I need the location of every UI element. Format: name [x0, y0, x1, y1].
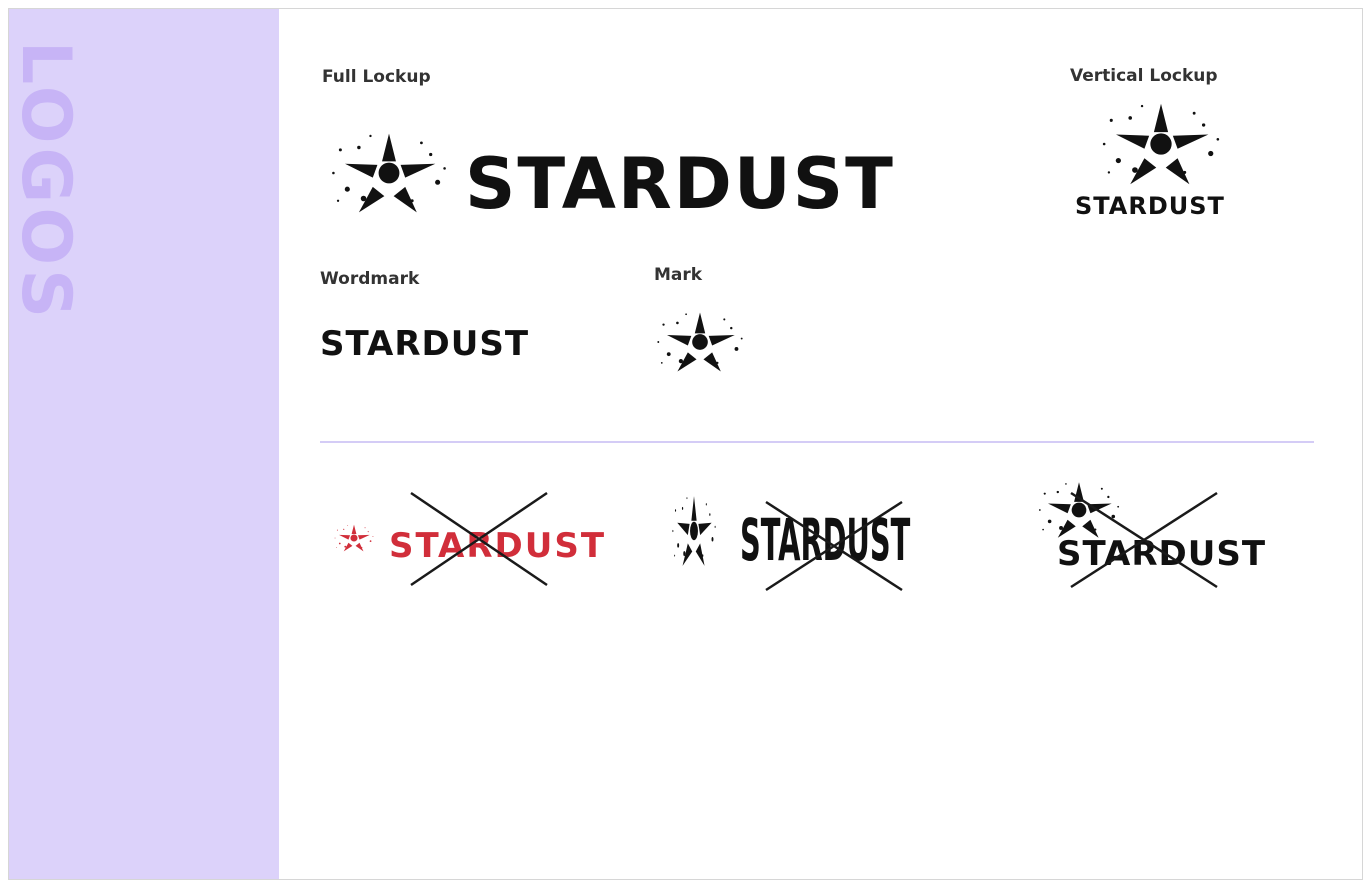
- red-star-icon: [334, 524, 374, 552]
- full-lockup-label: Full Lockup: [322, 67, 431, 87]
- vertical-lockup-wordmark: STARDUST: [1075, 192, 1225, 220]
- logos-guideline-page: LOGOS Full Lockup STARDUST Vertical Lock…: [8, 8, 1363, 880]
- incorrect-usage-stretched: STARDUST: [664, 484, 964, 594]
- section-divider: [320, 441, 1314, 443]
- mark-label: Mark: [654, 265, 703, 285]
- cross-out-icon: [410, 491, 548, 587]
- section-vertical-title: LOGOS: [9, 11, 86, 351]
- incorrect-usage-wrong-color: STARDUST: [327, 479, 617, 589]
- section-sidebar: LOGOS: [9, 9, 279, 879]
- incorrect-usage-rearranged: STARDUST: [1019, 479, 1309, 589]
- wordmark-logo: STARDUST: [320, 324, 530, 364]
- cross-out-icon: [765, 500, 903, 592]
- cross-out-icon: [1070, 491, 1218, 589]
- full-lockup-star-icon: [332, 133, 446, 213]
- stretched-star-icon: [672, 496, 716, 566]
- wordmark-label: Wordmark: [320, 269, 420, 289]
- full-lockup-wordmark: STARDUST: [465, 143, 895, 225]
- section-title-text: LOGOS: [8, 40, 86, 322]
- mark-star-icon: [657, 312, 743, 372]
- vertical-lockup-star-icon: [1102, 103, 1220, 185]
- vertical-lockup-label: Vertical Lockup: [1070, 66, 1218, 86]
